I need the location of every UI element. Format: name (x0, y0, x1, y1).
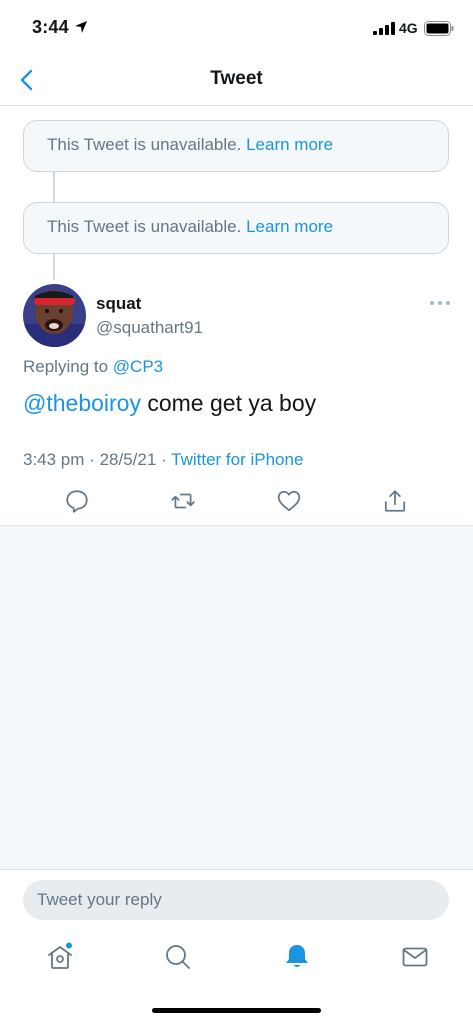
unavailable-text: This Tweet is unavailable. (47, 135, 242, 154)
page-title: Tweet (210, 68, 263, 89)
learn-more-link[interactable]: Learn more (246, 135, 333, 154)
tweet-divider (0, 525, 473, 526)
reply-icon[interactable] (64, 488, 90, 514)
tweet-body: come get ya boy (147, 390, 317, 416)
share-icon[interactable] (382, 488, 408, 514)
replying-prefix: Replying to (23, 357, 109, 376)
tweet-time: 3:43 pm (23, 450, 85, 469)
thread-line (53, 254, 55, 280)
meta-separator: · (161, 450, 167, 469)
network-type: 4G (399, 20, 418, 36)
retweet-icon[interactable] (170, 488, 196, 514)
status-time: 3:44 (32, 17, 69, 37)
notifications-icon[interactable] (282, 942, 312, 972)
meta-separator: · (89, 450, 95, 469)
more-options-icon[interactable] (428, 296, 452, 310)
replying-to-link[interactable]: @CP3 (113, 357, 163, 376)
search-icon[interactable] (163, 942, 193, 972)
reply-divider (0, 869, 473, 870)
cellular-signal-icon (373, 22, 395, 35)
username[interactable]: @squathart91 (96, 318, 203, 338)
learn-more-link[interactable]: Learn more (246, 217, 333, 236)
display-name[interactable]: squat (96, 294, 141, 314)
tweet-meta: 3:43 pm · 28/5/21 · Twitter for iPhone (23, 450, 303, 470)
like-icon[interactable] (276, 488, 302, 514)
tweet-date: 28/5/21 (99, 450, 157, 469)
battery-icon (424, 21, 454, 36)
unavailable-tweet-2: This Tweet is unavailable. Learn more (23, 202, 449, 254)
unavailable-tweet-1: This Tweet is unavailable. Learn more (23, 120, 449, 172)
thread-line (53, 172, 55, 202)
tweet-source-link[interactable]: Twitter for iPhone (171, 450, 303, 469)
header-divider (0, 105, 473, 106)
tweet-text: @theboiroy come get ya boy (23, 390, 316, 417)
home-indicator[interactable] (152, 1008, 321, 1013)
unavailable-text: This Tweet is unavailable. (47, 217, 242, 236)
mention-link[interactable]: @theboiroy (23, 390, 141, 416)
home-icon[interactable] (45, 942, 75, 972)
avatar[interactable] (23, 284, 86, 347)
reply-input[interactable] (23, 880, 449, 920)
messages-icon[interactable] (400, 942, 430, 972)
replying-to: Replying to @CP3 (23, 357, 163, 377)
location-arrow-icon (75, 21, 87, 33)
